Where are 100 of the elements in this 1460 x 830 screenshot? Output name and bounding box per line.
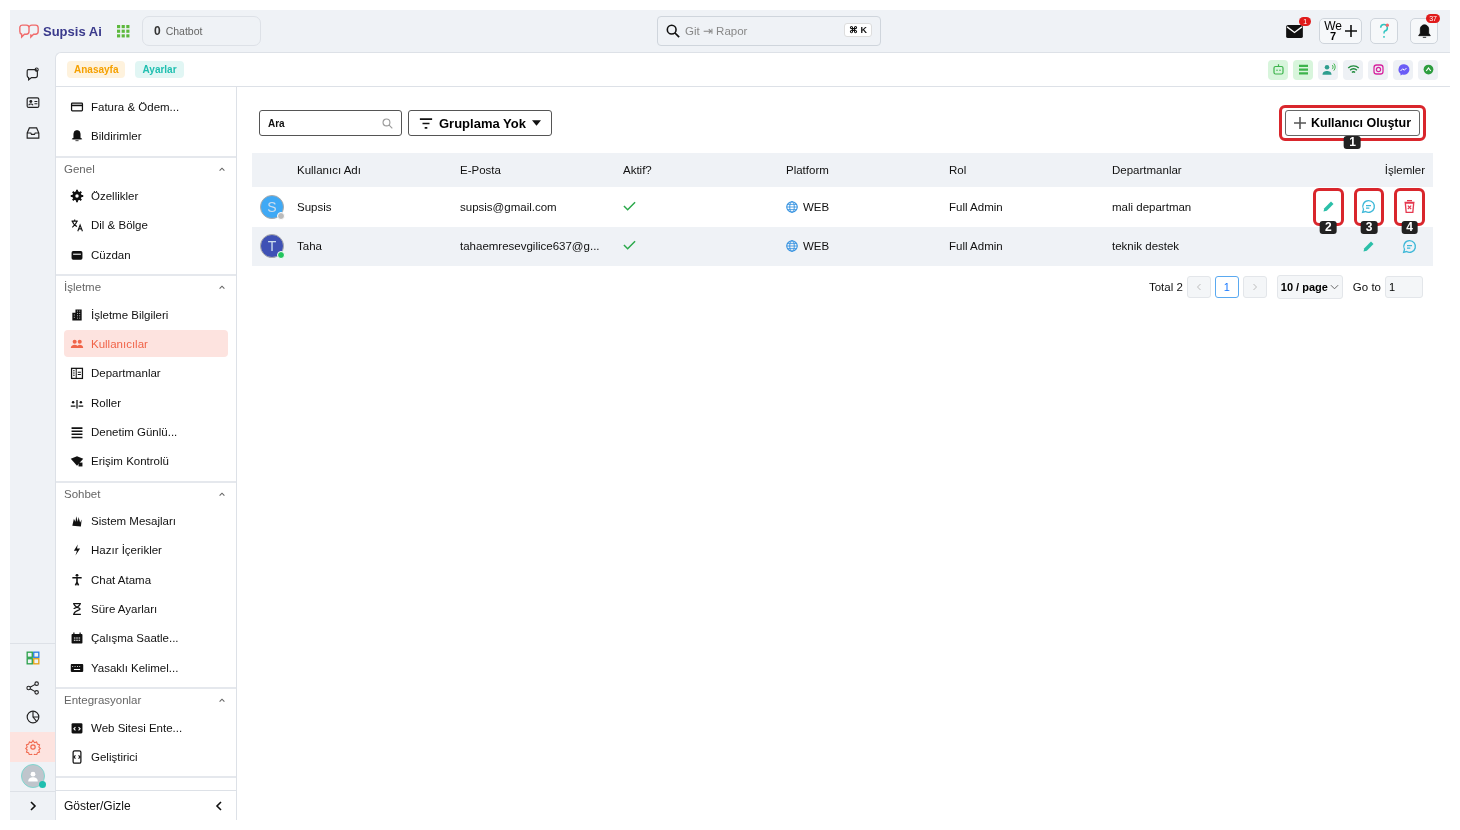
menu-item[interactable]: Bildirimler <box>64 122 228 150</box>
table-cell-text: Taha <box>297 240 323 253</box>
help-button[interactable] <box>1370 18 1398 44</box>
chat-icon[interactable] <box>24 65 41 82</box>
caret-down-icon <box>531 120 541 126</box>
table-cell-text: Full Admin <box>949 200 1004 213</box>
search-icon <box>666 24 680 38</box>
section-header[interactable]: Sohbet <box>64 484 228 503</box>
table-cell-text: Full Admin <box>949 240 1004 253</box>
menu-item[interactable]: Yasaklı Kelimel... <box>64 654 228 682</box>
total-count: Total 2 <box>1148 281 1183 293</box>
translate-icon <box>70 218 84 233</box>
menu-item[interactable]: Denetim Günlü... <box>64 418 228 446</box>
inbox-icon[interactable] <box>24 124 41 141</box>
workspace-button[interactable]: We 7 <box>1319 18 1362 44</box>
user-avatar[interactable] <box>20 764 45 789</box>
table-cell-text: teknik destek <box>1112 240 1181 253</box>
section-header[interactable]: Entegrasyonlar <box>64 691 228 710</box>
callout-number: 1 <box>1344 136 1361 149</box>
plus-icon <box>1294 117 1306 129</box>
plus-icon <box>1345 25 1357 37</box>
menu-item[interactable]: Dil & Bölge <box>64 211 228 239</box>
column-header: Rol <box>949 164 968 176</box>
users-icon <box>70 337 84 351</box>
page-input[interactable]: 1 <box>1385 276 1423 298</box>
building-icon <box>70 307 84 322</box>
callout-number: 4 <box>1401 220 1418 234</box>
menu-item[interactable]: Hazır İçerikler <box>64 536 228 564</box>
column-header: Aktif? <box>623 164 653 176</box>
menu-item[interactable]: Chat Atama <box>64 566 228 594</box>
menu-item[interactable]: Süre Ayarları <box>64 595 228 623</box>
share-icon[interactable] <box>24 679 41 696</box>
table-cell-text: Supsis <box>297 200 333 213</box>
menu-item[interactable]: Geliştirici <box>64 743 228 771</box>
table-cell-text: supsis@gmail.com <box>460 200 558 213</box>
clock-chart-icon[interactable] <box>24 709 41 726</box>
menu-item[interactable]: Erişim Kontrolü <box>64 447 228 475</box>
table-cell: WEB <box>803 200 830 213</box>
table-cell-text: tahaemresevgilice637@g... <box>460 240 601 253</box>
callout-number: 3 <box>1360 220 1378 234</box>
column-header: Kullanıcı Adı <box>297 164 362 176</box>
trash-icon[interactable] <box>1402 199 1418 215</box>
card-icon <box>70 99 84 114</box>
filter-icon <box>419 117 433 129</box>
shortcut-key: ⌘ K <box>844 23 872 37</box>
menu-item[interactable]: Roller <box>64 389 228 417</box>
column-header: Departmanlar <box>1112 164 1183 176</box>
user-avatar: S <box>260 194 284 219</box>
menu-item[interactable]: Sistem Mesajları <box>64 507 228 535</box>
show-hide-toggle[interactable]: Göster/Gizle <box>56 790 236 820</box>
create-user-button[interactable]: Kullanıcı Oluştur <box>1285 110 1420 136</box>
section-header[interactable]: Genel <box>64 159 228 178</box>
search-icon <box>382 118 393 129</box>
bell-icon <box>1416 23 1432 39</box>
table-cell-text: mali departman <box>1112 200 1193 213</box>
go-to-label: Go to <box>1352 281 1381 293</box>
logo-icon <box>18 23 40 39</box>
chevron-left-icon <box>1195 283 1202 291</box>
column-header: İşlemler <box>1384 164 1426 176</box>
speaking-person-icon[interactable] <box>1320 62 1336 77</box>
user-avatar: T <box>260 234 284 259</box>
calendar-icon <box>70 631 84 646</box>
hourglass-icon <box>70 602 84 617</box>
search-field[interactable]: Ara <box>259 110 402 136</box>
grouping-dropdown[interactable]: Gruplama Yok <box>408 110 552 136</box>
menu-item[interactable]: Özellikler <box>64 182 228 210</box>
globe-icon <box>786 240 798 253</box>
menu-item[interactable]: Departmanlar <box>64 359 228 387</box>
column-header: Platform <box>786 164 830 176</box>
gear-icon <box>70 189 84 204</box>
page-button[interactable]: 1 <box>1214 276 1239 298</box>
question-mark-icon <box>1379 23 1389 39</box>
logo-text: Supsis Ai <box>43 23 102 39</box>
chat-bubble-icon[interactable] <box>1361 199 1377 215</box>
messenger-icon[interactable] <box>1395 62 1411 77</box>
chevron-right-icon[interactable] <box>27 801 38 811</box>
robot-icon[interactable] <box>1270 62 1286 77</box>
menu-item[interactable]: Web Sitesi Ente... <box>64 714 228 742</box>
menu-item[interactable]: Fatura & Ödem... <box>64 93 228 121</box>
globe-icon <box>786 200 798 213</box>
pencil-icon[interactable] <box>1320 199 1336 215</box>
chatbot-counter[interactable]: 0 Chatbot <box>142 16 261 46</box>
menu-item[interactable]: Cüzdan <box>64 241 228 269</box>
bell-icon <box>70 129 84 144</box>
page-size-dropdown[interactable]: 10 / page <box>1276 275 1343 299</box>
callout-number: 2 <box>1319 220 1337 234</box>
menu-item[interactable]: İşletme Bilgileri <box>64 301 228 329</box>
apps-grid-icon[interactable] <box>116 24 130 38</box>
camera-icon[interactable] <box>1370 62 1386 77</box>
person-icon <box>70 572 84 587</box>
code-phone-icon <box>70 749 84 764</box>
chat-bubble-icon[interactable] <box>1402 238 1417 254</box>
settings-icon[interactable] <box>24 738 41 755</box>
code-window-icon <box>70 720 84 735</box>
menu-item[interactable]: Çalışma Saatle... <box>64 624 228 652</box>
section-header[interactable]: İşletme <box>64 278 228 297</box>
chevron-right-icon <box>1251 283 1258 291</box>
chevron-left-icon[interactable] <box>214 800 224 811</box>
apps-grid-icon[interactable] <box>24 650 41 667</box>
mail-icon[interactable] <box>1286 24 1304 38</box>
